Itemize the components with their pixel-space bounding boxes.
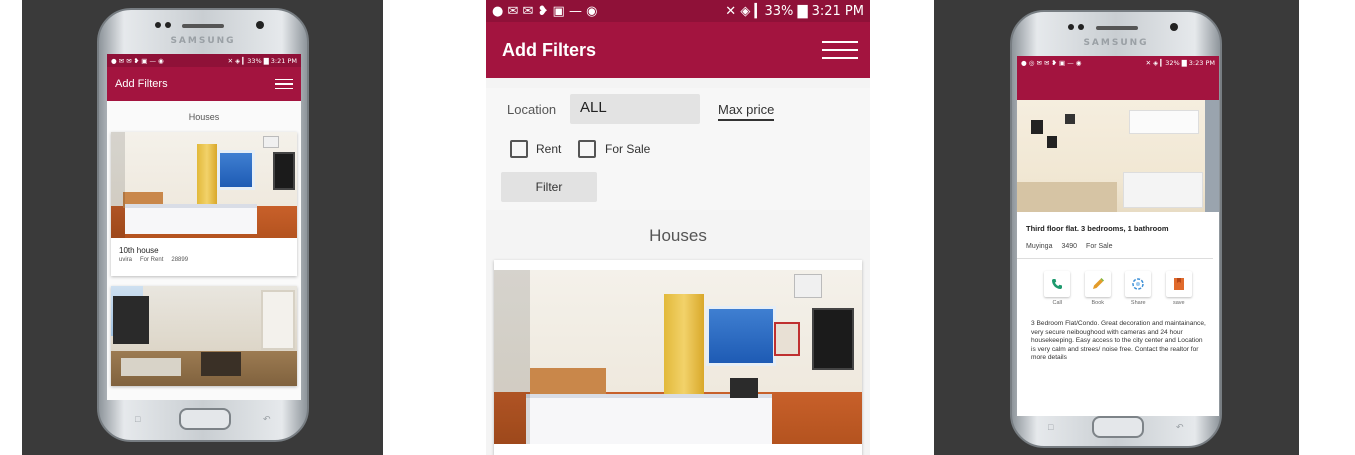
card-title: 10th house	[119, 246, 159, 255]
house-card[interactable]	[494, 260, 862, 455]
front-camera	[1078, 24, 1084, 30]
share-button[interactable]: Share	[1125, 271, 1152, 306]
status-right: ✕ ◈ ▎32% ▇ 3:23 PM	[1145, 59, 1215, 67]
proximity-sensor	[1170, 23, 1178, 31]
earpiece	[1096, 26, 1138, 30]
app-bar: Add Filters	[486, 22, 870, 78]
status-right: ✕ ◈ ▎33% ▇ 3:21 PM	[725, 3, 864, 19]
proximity-sensor	[256, 21, 264, 29]
book-button[interactable]: Book	[1084, 271, 1111, 306]
listing-description: 3 Bedroom Flat/Condo. Great decoration a…	[1031, 320, 1206, 362]
notification-icons: ● ✉ ✉ ❥ ▣ — ◉	[492, 3, 598, 19]
house-card[interactable]: 10th house uvira For Rent 28899	[111, 132, 297, 276]
home-button[interactable]	[1092, 416, 1144, 438]
listing-location: Muyinga	[1026, 243, 1053, 250]
left-phone: SAMSUNG ● ✉ ✉ ❥ ▣ — ◉ ✕ ◈ ▎33% ▇ 3:21 PM…	[97, 8, 309, 442]
call-label: Call	[1052, 300, 1062, 306]
status-right: ✕ ◈ ▎33% ▇ 3:21 PM	[227, 56, 297, 65]
pencil-icon	[1084, 271, 1111, 297]
listing-photo	[1017, 100, 1219, 212]
filter-button-label: Filter	[535, 180, 563, 194]
home-button[interactable]	[179, 408, 231, 430]
house-photo	[111, 132, 297, 238]
rent-checkbox[interactable]	[510, 140, 528, 158]
recent-apps-key[interactable]: □	[135, 414, 140, 424]
status-bar: ● ✉ ✉ ❥ ▣ — ◉ ✕ ◈ ▎33% ▇ 3:21 PM	[486, 0, 870, 22]
for-sale-checkbox[interactable]	[578, 140, 596, 158]
phone-brand: SAMSUNG	[1083, 38, 1149, 48]
share-icon	[1125, 271, 1152, 297]
listing-title: Third floor flat. 3 bedrooms, 1 bathroom	[1026, 224, 1169, 233]
status-bar: ● ◎ ✉ ✉ ❥ ▣ — ◉ ✕ ◈ ▎32% ▇ 3:23 PM	[1017, 56, 1219, 70]
share-label: Share	[1130, 300, 1146, 306]
menu-icon[interactable]	[275, 76, 293, 93]
house-photo	[111, 286, 297, 386]
max-price-link[interactable]: Max price	[718, 102, 775, 121]
filter-panel: Location ALL Max price Rent For Sale Fil…	[486, 88, 870, 210]
app-bar	[1017, 70, 1219, 100]
notification-icons: ● ✉ ✉ ❥ ▣ — ◉	[111, 56, 164, 65]
right-phone: SAMSUNG ● ◎ ✉ ✉ ❥ ▣ — ◉ ✕ ◈ ▎32% ▇ 3:23 …	[1010, 10, 1222, 448]
for-sale-label: For Sale	[605, 142, 651, 156]
house-card[interactable]	[111, 286, 297, 386]
action-row: Call Book Share save	[1017, 259, 1219, 314]
location-label: Location	[507, 102, 557, 117]
middle-screen: ● ✉ ✉ ❥ ▣ — ◉ ✕ ◈ ▎33% ▇ 3:21 PM Add Fil…	[486, 0, 870, 455]
left-screen: ● ✉ ✉ ❥ ▣ — ◉ ✕ ◈ ▎33% ▇ 3:21 PM Add Fil…	[107, 54, 301, 400]
earpiece	[182, 24, 224, 28]
phone-brand: SAMSUNG	[170, 36, 236, 46]
front-camera	[1068, 24, 1074, 30]
right-screen: ● ◎ ✉ ✉ ❥ ▣ — ◉ ✕ ◈ ▎32% ▇ 3:23 PM Third…	[1017, 56, 1219, 416]
page-title: Add Filters	[502, 39, 597, 60]
book-label: Book	[1091, 300, 1105, 306]
house-photo	[494, 270, 862, 444]
notification-icons: ● ◎ ✉ ✉ ❥ ▣ — ◉	[1021, 59, 1082, 67]
card-type: For Rent	[140, 257, 164, 263]
listing-type: For Sale	[1086, 243, 1113, 250]
front-camera	[155, 22, 161, 28]
phone-icon	[1044, 271, 1071, 297]
app-bar: Add Filters	[107, 67, 301, 101]
section-title: Houses	[188, 112, 220, 122]
bookmark-icon	[1165, 271, 1192, 297]
front-camera	[165, 22, 171, 28]
page-title: Add Filters	[115, 78, 168, 90]
location-select[interactable]: ALL	[570, 94, 700, 124]
filter-button[interactable]: Filter	[501, 172, 597, 202]
location-value: ALL	[580, 99, 607, 116]
menu-icon[interactable]	[822, 35, 858, 65]
back-key[interactable]: ↶	[263, 414, 271, 425]
section-title: Houses	[486, 220, 870, 256]
recent-apps-key[interactable]: □	[1048, 422, 1053, 432]
call-button[interactable]: Call	[1044, 271, 1071, 306]
back-key[interactable]: ↶	[1176, 422, 1184, 433]
save-label: save	[1172, 300, 1185, 306]
save-button[interactable]: save	[1165, 271, 1192, 306]
card-price: 28899	[171, 257, 189, 263]
rent-label: Rent	[536, 142, 562, 156]
card-location: uvira	[119, 257, 133, 263]
status-bar: ● ✉ ✉ ❥ ▣ — ◉ ✕ ◈ ▎33% ▇ 3:21 PM	[107, 54, 301, 67]
listing-price: 3490	[1061, 243, 1078, 250]
